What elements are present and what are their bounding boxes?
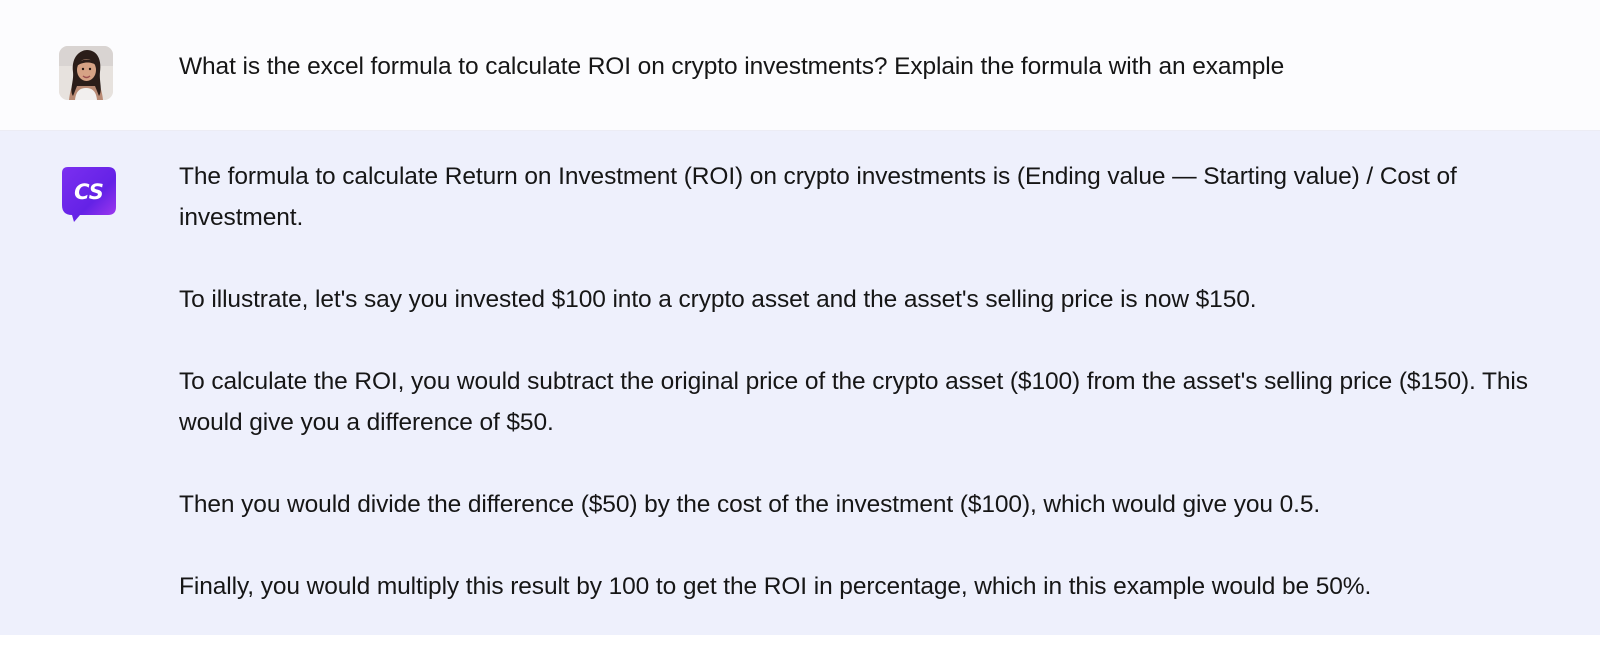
assistant-message-text: The formula to calculate Return on Inves… (179, 156, 1559, 607)
user-avatar (59, 46, 113, 100)
user-avatar-photo-icon (59, 46, 113, 100)
chat-thread: What is the excel formula to calculate R… (0, 0, 1600, 665)
assistant-avatar: CS (60, 165, 118, 223)
assistant-paragraph: The formula to calculate Return on Inves… (179, 163, 1457, 231)
assistant-paragraph: To calculate the ROI, you would subtract… (179, 368, 1528, 436)
assistant-paragraph: Finally, you would multiply this result … (179, 573, 1372, 600)
user-message: What is the excel formula to calculate R… (0, 0, 1600, 131)
user-message-text: What is the excel formula to calculate R… (179, 53, 1285, 80)
assistant-paragraph: Then you would divide the difference ($5… (179, 491, 1321, 518)
cs-logo-initials: CS (74, 180, 104, 204)
assistant-paragraph: To illustrate, let's say you invested $1… (179, 286, 1257, 313)
cs-logo-icon: CS (62, 167, 116, 222)
